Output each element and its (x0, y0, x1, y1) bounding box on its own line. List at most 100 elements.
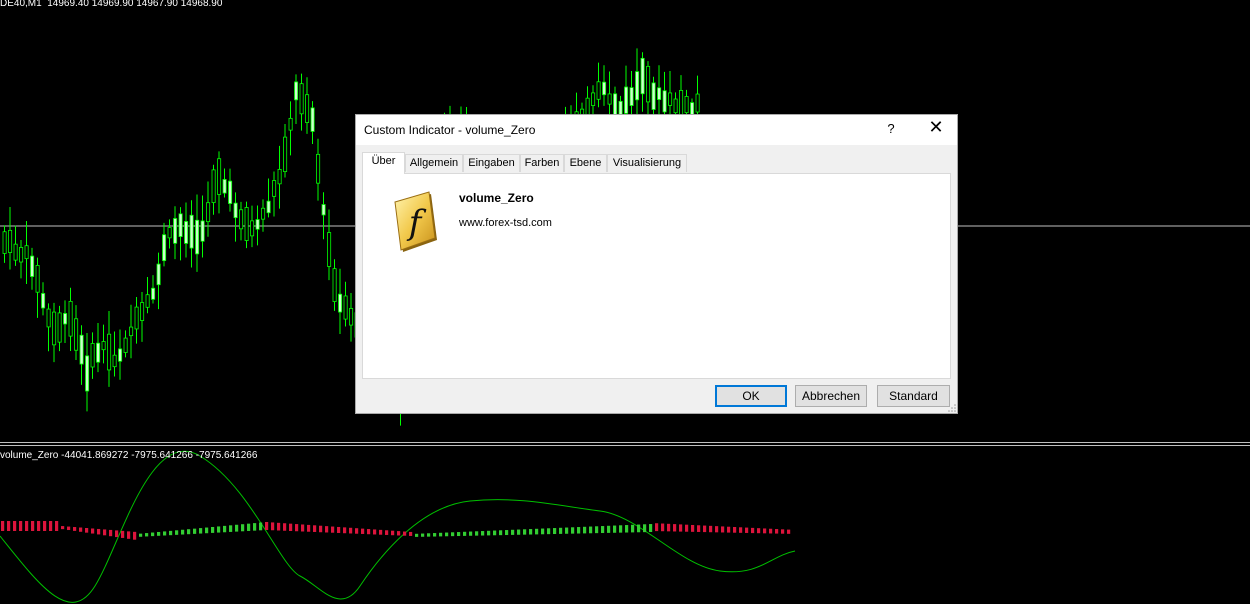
candle-body (2, 231, 7, 254)
histogram-bar (145, 533, 149, 537)
candle-body (85, 355, 90, 392)
tab-visualisierung[interactable]: Visualisierung (607, 154, 687, 172)
tab-ebene[interactable]: Ebene (564, 154, 607, 172)
histogram-bar (223, 525, 227, 533)
dialog-titlebar[interactable]: Custom Indicator - volume_Zero ? ✕ (356, 115, 957, 145)
standard-button[interactable]: Standard (877, 385, 950, 407)
histogram-bar (517, 529, 521, 535)
candle-body (607, 93, 612, 105)
candle-body (167, 227, 172, 239)
candle-body (35, 265, 40, 293)
candle-body (74, 318, 79, 351)
candle-body (8, 229, 13, 253)
candle-body (52, 311, 57, 346)
chart-symbol-label: DE40,M1 14969.40 14969.90 14967.90 14968… (0, 0, 223, 9)
histogram-bar (163, 531, 167, 536)
cancel-button[interactable]: Abbrechen (795, 385, 867, 407)
candle-body (101, 341, 106, 351)
histogram-bar (745, 527, 749, 533)
histogram-bar (529, 529, 533, 535)
resize-grip-icon[interactable] (948, 404, 956, 412)
candle-body (206, 202, 211, 223)
histogram-bar (67, 526, 71, 531)
histogram-bar (511, 529, 515, 535)
histogram-bar (493, 530, 497, 536)
histogram-bar (427, 533, 431, 537)
histogram-bar (751, 527, 755, 534)
histogram-bar (325, 526, 329, 533)
histogram-bar (415, 533, 419, 537)
histogram-bar (109, 529, 113, 537)
histogram-bar (121, 530, 125, 538)
close-icon[interactable]: ✕ (924, 117, 948, 138)
histogram-bar (253, 523, 257, 531)
histogram-bar (139, 533, 143, 537)
candle-body (30, 255, 35, 277)
histogram-bar (505, 530, 509, 536)
histogram-bar (763, 528, 767, 534)
tab-uber[interactable]: Über (362, 152, 405, 174)
histogram-bar (175, 530, 179, 535)
candle-body (151, 287, 156, 300)
candle-body (349, 308, 354, 326)
tab-eingaben[interactable]: Eingaben (463, 154, 520, 172)
candle-body (662, 90, 667, 113)
histogram-bar (289, 523, 293, 531)
candle-body (178, 213, 183, 238)
candle-body (107, 333, 112, 371)
candle-body (184, 221, 189, 244)
candle-body (596, 81, 601, 100)
candle-body (602, 81, 607, 96)
histogram-bar (373, 529, 377, 535)
candle-body (118, 348, 123, 362)
tab-farben[interactable]: Farben (520, 154, 564, 172)
histogram-bar (757, 528, 761, 534)
histogram-bar (457, 532, 461, 537)
histogram-bar (187, 529, 191, 535)
histogram-bar (691, 524, 695, 532)
histogram-bar (169, 530, 173, 536)
histogram-bar (409, 531, 413, 536)
histogram-bar (625, 525, 629, 533)
candle-body (613, 93, 618, 117)
histogram-bar (199, 528, 203, 534)
histogram-bar (361, 528, 365, 534)
candle-body (129, 326, 134, 337)
tab-allgemein[interactable]: Allgemein (405, 154, 463, 172)
candle-body (635, 71, 640, 101)
candle-body (233, 202, 238, 219)
indicator-chart[interactable] (0, 446, 1250, 604)
help-button[interactable]: ? (881, 121, 901, 136)
candle-body (145, 294, 150, 308)
histogram-bar (43, 521, 47, 531)
histogram-bar (385, 530, 389, 535)
histogram-bar (403, 531, 407, 536)
histogram-bar (241, 524, 245, 532)
histogram-bar (295, 524, 299, 532)
histogram-bar (433, 533, 437, 537)
candle-body (134, 306, 139, 330)
histogram-bar (265, 522, 269, 530)
histogram-bar (127, 531, 131, 539)
histogram-bar (781, 529, 785, 534)
histogram-bar (631, 524, 635, 533)
indicator-name: volume_Zero (459, 191, 534, 205)
ok-button[interactable]: OK (715, 385, 787, 407)
histogram-bar (661, 523, 665, 532)
histogram-bar (379, 529, 383, 535)
function-f-icon: f (394, 191, 437, 252)
candle-body (140, 302, 145, 321)
candle-body (250, 220, 255, 237)
candle-body (24, 245, 29, 260)
histogram-bar (97, 528, 101, 535)
histogram-bar (595, 526, 599, 534)
candle-body (90, 343, 95, 368)
candle-body (343, 295, 348, 320)
histogram-bar (583, 526, 587, 534)
indicator-url: www.forex-tsd.com (459, 217, 552, 229)
histogram-bar (565, 527, 569, 534)
histogram-bar (547, 528, 551, 535)
histogram-bar (553, 528, 557, 535)
histogram-bar (79, 527, 83, 532)
histogram-bar (577, 527, 581, 534)
